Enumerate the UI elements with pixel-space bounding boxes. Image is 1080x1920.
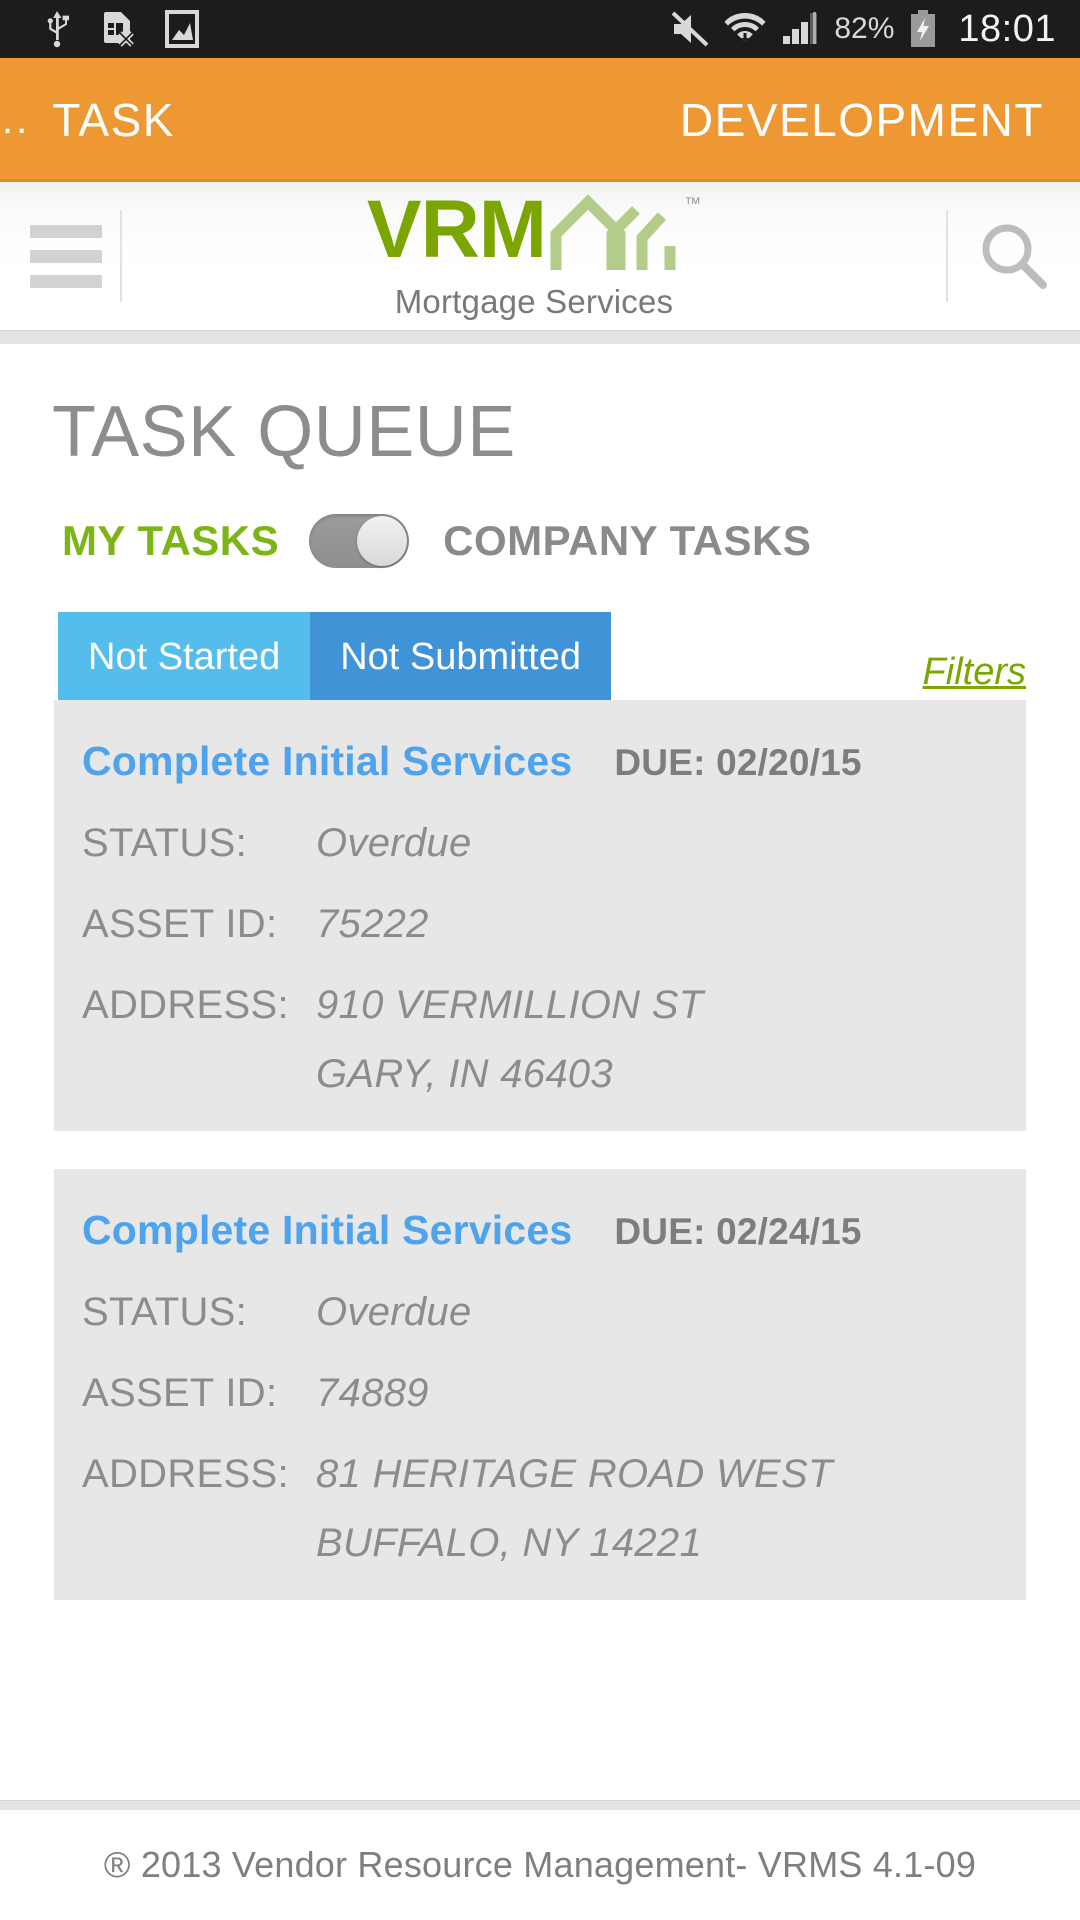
- task-title[interactable]: Complete Initial Services: [82, 738, 572, 785]
- app-bar: .. TASK DEVELOPMENT: [0, 58, 1080, 182]
- toggle-label-company-tasks[interactable]: COMPANY TASKS: [443, 517, 811, 565]
- asset-id-value: 74889: [316, 1371, 429, 1415]
- status-bar-clock: 18:01: [958, 7, 1056, 50]
- task-card[interactable]: Complete Initial Services DUE: 02/24/15 …: [54, 1169, 1026, 1600]
- page-title: TASK QUEUE: [52, 392, 516, 472]
- wifi-icon: [724, 13, 766, 42]
- tab-not-started[interactable]: Not Started: [58, 612, 311, 700]
- copyright-text: ® 2013 Vendor Resource Management- VRMS …: [103, 1844, 977, 1885]
- screenshot-image-icon: [165, 10, 199, 48]
- status-tabs: Not Started Not Submitted Filters: [0, 612, 1080, 700]
- tab-not-submitted[interactable]: Not Submitted: [310, 612, 612, 700]
- environment-label: DEVELOPMENT: [679, 94, 1044, 146]
- status-value: Overdue: [316, 821, 472, 865]
- task-scope-toggle[interactable]: [309, 514, 410, 568]
- app-root: 82% 18:01 .. TASK DEVELOPMENT VRM ™ Mort…: [0, 0, 1080, 1920]
- hamburger-menu-icon[interactable]: [0, 224, 120, 288]
- asset-id-label: ASSET ID:: [82, 1371, 278, 1415]
- address-label: ADDRESS:: [82, 983, 289, 1027]
- android-status-bar: 82% 18:01: [0, 0, 1080, 58]
- toggle-knob: [357, 516, 408, 566]
- address-line-1: 81 HERITAGE ROAD WEST: [316, 1452, 833, 1496]
- task-due-date: DUE: 02/20/15: [614, 742, 862, 783]
- task-list: Complete Initial Services DUE: 02/20/15 …: [0, 700, 1080, 1600]
- status-bar-left-icons: [16, 9, 200, 49]
- status-label: STATUS:: [82, 821, 248, 865]
- signal-icon: [783, 12, 818, 44]
- battery-percent-label: 82%: [834, 12, 895, 45]
- logo-wordmark: VRM: [366, 183, 547, 275]
- address-line-2: BUFFALO, NY 14221: [316, 1521, 703, 1565]
- battery-charging-icon: [911, 10, 936, 47]
- sim-card-error-icon: [104, 12, 134, 47]
- header-bottom-rule: [0, 330, 1080, 344]
- task-due-date: DUE: 02/24/15: [614, 1211, 862, 1252]
- toggle-label-my-tasks[interactable]: MY TASKS: [62, 517, 279, 565]
- trademark-symbol: ™: [684, 193, 702, 213]
- footer-separator: [0, 1800, 1080, 1810]
- overflow-dots[interactable]: ..: [0, 100, 30, 140]
- footer: ® 2013 Vendor Resource Management- VRMS …: [0, 1810, 1080, 1920]
- task-title[interactable]: Complete Initial Services: [82, 1207, 572, 1254]
- mute-icon: [671, 11, 709, 47]
- logo[interactable]: VRM ™ Mortgage Services: [122, 183, 946, 321]
- address-line-2: GARY, IN 46403: [316, 1052, 613, 1096]
- status-value: Overdue: [316, 1290, 472, 1334]
- house-roof-icon: [550, 193, 682, 281]
- app-bar-title: TASK: [52, 94, 175, 146]
- address-label: ADDRESS:: [82, 1452, 289, 1496]
- search-icon[interactable]: [948, 219, 1080, 293]
- status-label: STATUS:: [82, 1290, 248, 1334]
- address-value: 910 VERMILLION ST GARY, IN 46403: [316, 983, 703, 1097]
- filters-link[interactable]: Filters: [923, 651, 1026, 694]
- address-line-1: 910 VERMILLION ST: [316, 983, 704, 1027]
- logo-subtitle: Mortgage Services: [394, 282, 674, 320]
- main-content: TASK QUEUE MY TASKS COMPANY TASKS Not St…: [0, 344, 1080, 1800]
- asset-id-label: ASSET ID:: [82, 902, 278, 946]
- task-card[interactable]: Complete Initial Services DUE: 02/20/15 …: [54, 700, 1026, 1131]
- status-bar-right-icons: 82% 18:01: [670, 8, 1064, 51]
- usb-icon: [47, 11, 69, 48]
- address-value: 81 HERITAGE ROAD WEST BUFFALO, NY 14221: [316, 1452, 833, 1566]
- asset-id-value: 75222: [316, 902, 429, 946]
- task-scope-toggle-row: MY TASKS COMPANY TASKS: [0, 468, 1080, 568]
- site-header: VRM ™ Mortgage Services: [0, 182, 1080, 330]
